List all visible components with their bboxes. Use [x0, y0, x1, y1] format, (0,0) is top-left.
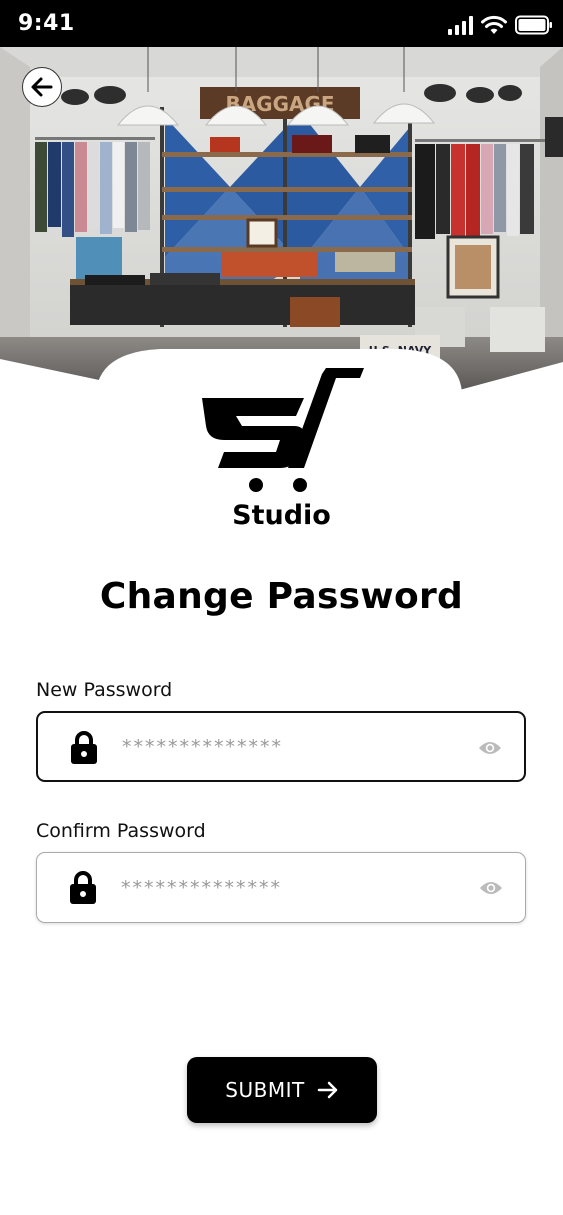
studio-logo [202, 368, 364, 492]
wifi-icon [481, 15, 507, 34]
submit-label: SUBMIT [225, 1078, 305, 1102]
new-password-input[interactable] [122, 713, 452, 780]
page-title: Change Password [99, 576, 464, 617]
hero-store-image: BAGGAGE [0, 47, 563, 392]
brand-name: Studio [232, 500, 331, 531]
confirm-password-label: Confirm Password [36, 820, 206, 842]
status-time: 9:41 [18, 11, 75, 36]
battery-icon [515, 15, 552, 35]
status-bar: 9:41 [0, 0, 563, 47]
confirm-password-field[interactable] [36, 852, 526, 923]
new-password-field[interactable] [36, 711, 526, 782]
status-icons [448, 13, 553, 35]
arrow-left-icon [31, 77, 53, 97]
eye-icon[interactable] [478, 739, 502, 757]
new-password-label: New Password [36, 679, 173, 701]
eye-icon[interactable] [479, 879, 503, 897]
lock-icon [70, 871, 96, 904]
back-button[interactable] [22, 67, 62, 107]
submit-button[interactable]: SUBMIT [187, 1057, 377, 1123]
arrow-right-icon [317, 1081, 337, 1099]
confirm-password-input[interactable] [121, 853, 451, 922]
lock-icon [71, 731, 97, 764]
signal-icon [448, 15, 473, 35]
